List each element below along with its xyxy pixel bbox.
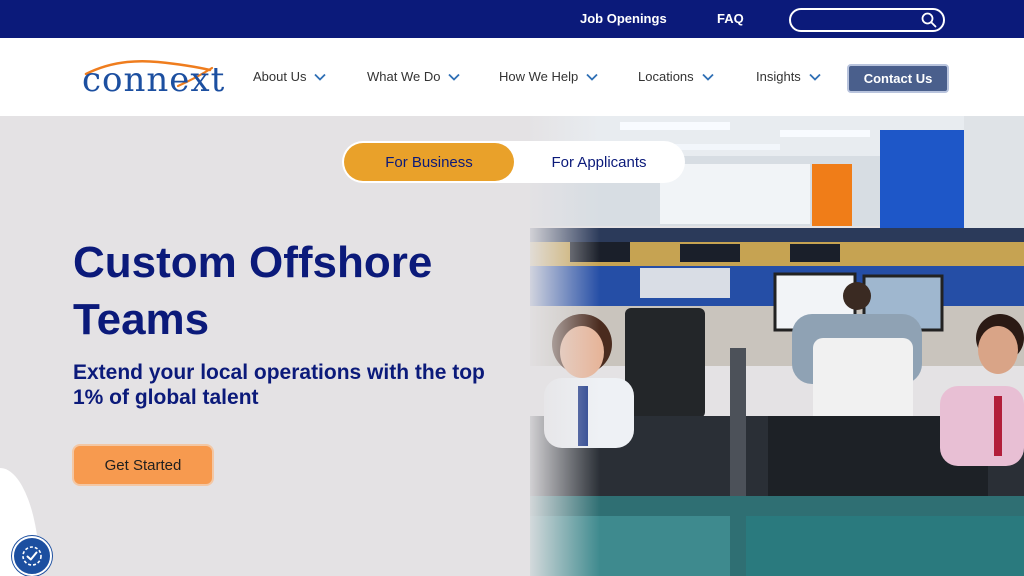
chevron-down-icon (448, 73, 461, 81)
search-input[interactable] (799, 11, 921, 31)
chevron-down-icon (809, 73, 821, 81)
nav-label: Locations (638, 69, 694, 84)
for-business-option[interactable]: For Business (344, 143, 514, 181)
chevron-down-icon (586, 73, 598, 81)
accessibility-button[interactable] (12, 536, 52, 576)
nav-label: Insights (756, 69, 801, 84)
search-box[interactable] (789, 8, 945, 32)
nav-what-we-do[interactable]: What We Do (367, 69, 461, 84)
chevron-down-icon (702, 73, 714, 81)
contact-us-button[interactable]: Contact Us (847, 64, 949, 93)
faq-link[interactable]: FAQ (717, 11, 744, 26)
audience-toggle[interactable]: For Business For Applicants (342, 141, 685, 183)
nav-locations[interactable]: Locations (638, 69, 714, 84)
connext-logo[interactable]: connext (78, 56, 224, 102)
search-icon[interactable] (921, 12, 937, 28)
for-applicants-option[interactable]: For Applicants (514, 143, 684, 181)
photo-fade (530, 116, 600, 576)
office-photo (530, 116, 1024, 576)
job-openings-link[interactable]: Job Openings (580, 11, 667, 26)
nav-label: About Us (253, 69, 307, 84)
nav-insights[interactable]: Insights (756, 69, 821, 84)
nav-label: What We Do (367, 69, 441, 84)
hero-headline: Custom Offshore Teams (73, 238, 433, 344)
accessibility-icon (22, 546, 42, 566)
hero-section: For Business For Applicants Custom Offsh… (0, 116, 1024, 576)
hero-subheadline: Extend your local operations with the to… (73, 361, 485, 409)
utility-bar: Job Openings FAQ (0, 0, 1024, 38)
nav-how-we-help[interactable]: How We Help (499, 69, 598, 84)
nav-label: How We Help (499, 69, 579, 84)
office-illustration (530, 116, 1024, 576)
get-started-button[interactable]: Get Started (72, 444, 214, 486)
logo-text: connext (82, 60, 226, 100)
nav-about-us[interactable]: About Us (253, 69, 327, 84)
main-header: connext About Us What We Do How We Help … (0, 38, 1024, 116)
chevron-down-icon (314, 73, 327, 81)
